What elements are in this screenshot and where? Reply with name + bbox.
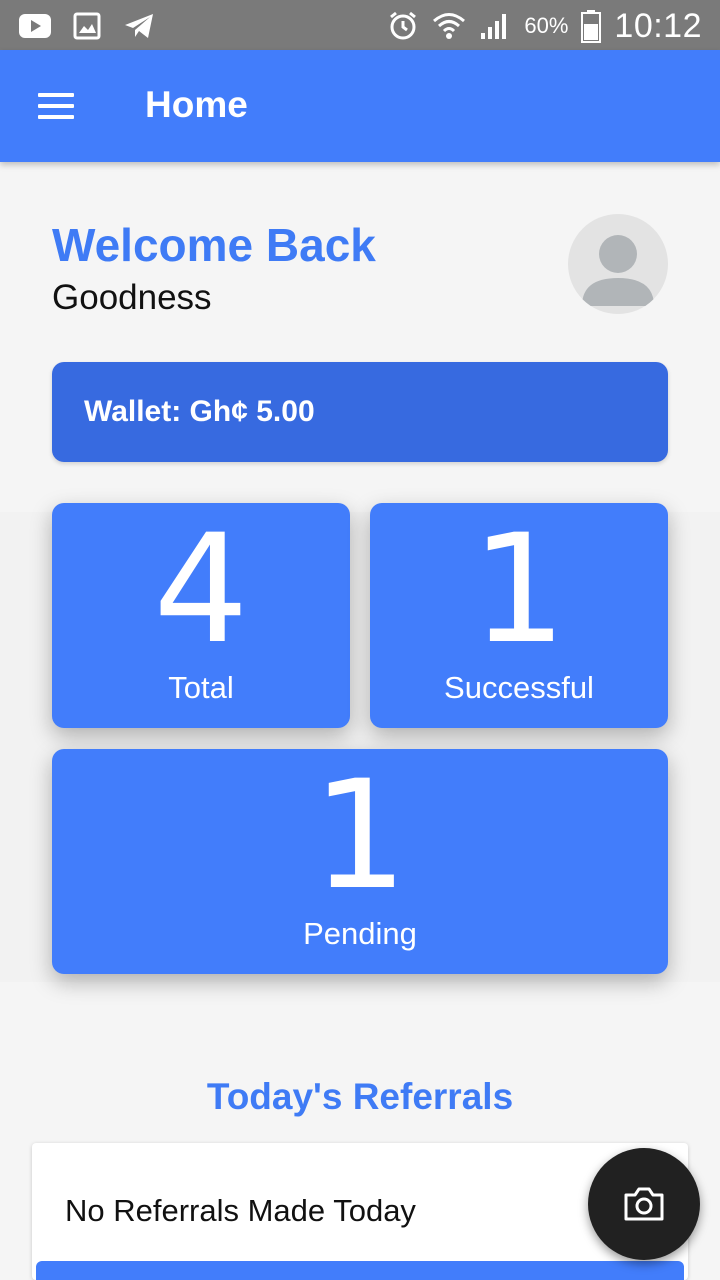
menu-icon[interactable] — [30, 82, 82, 130]
camera-icon — [624, 1187, 664, 1221]
alarm-icon — [386, 9, 420, 43]
stat-card-pending[interactable]: 1 Pending — [52, 749, 668, 974]
wallet-balance: Wallet: Gh¢ 5.00 — [84, 395, 315, 428]
person-icon — [582, 235, 654, 306]
stat-total-label: Total — [168, 670, 234, 705]
stat-successful-value: 1 — [471, 503, 567, 677]
status-left-icons — [18, 8, 156, 44]
page-title: Home — [145, 84, 248, 125]
welcome-heading: Welcome Back — [52, 219, 376, 271]
referrals-empty-message: No Referrals Made Today — [65, 1193, 416, 1228]
referrals-title: Today's Referrals — [206, 1076, 514, 1117]
user-name: Goodness — [52, 278, 212, 317]
gallery-icon — [70, 9, 104, 43]
stat-total-value: 4 — [153, 503, 249, 677]
signal-icon — [478, 9, 512, 43]
stat-successful-label: Successful — [444, 670, 594, 705]
battery-percent: 60% — [524, 13, 569, 38]
wifi-icon — [432, 9, 466, 43]
wallet-card[interactable]: Wallet: Gh¢ 5.00 — [52, 362, 668, 462]
clock-time: 10:12 — [614, 6, 702, 45]
battery-icon — [580, 9, 602, 43]
stat-card-successful[interactable]: 1 Successful — [370, 503, 668, 728]
avatar[interactable] — [568, 214, 668, 314]
camera-button[interactable] — [588, 1148, 700, 1260]
stat-pending-label: Pending — [303, 916, 417, 951]
stat-card-total[interactable]: 4 Total — [52, 503, 350, 728]
referrals-list-item[interactable] — [36, 1261, 684, 1280]
status-bar: 60% 10:12 — [0, 0, 720, 50]
stat-pending-value: 1 — [312, 749, 408, 923]
youtube-icon — [18, 9, 52, 43]
telegram-icon — [122, 9, 156, 43]
app-bar: Home — [0, 50, 720, 162]
status-right-icons: 60% 10:12 — [386, 6, 702, 46]
